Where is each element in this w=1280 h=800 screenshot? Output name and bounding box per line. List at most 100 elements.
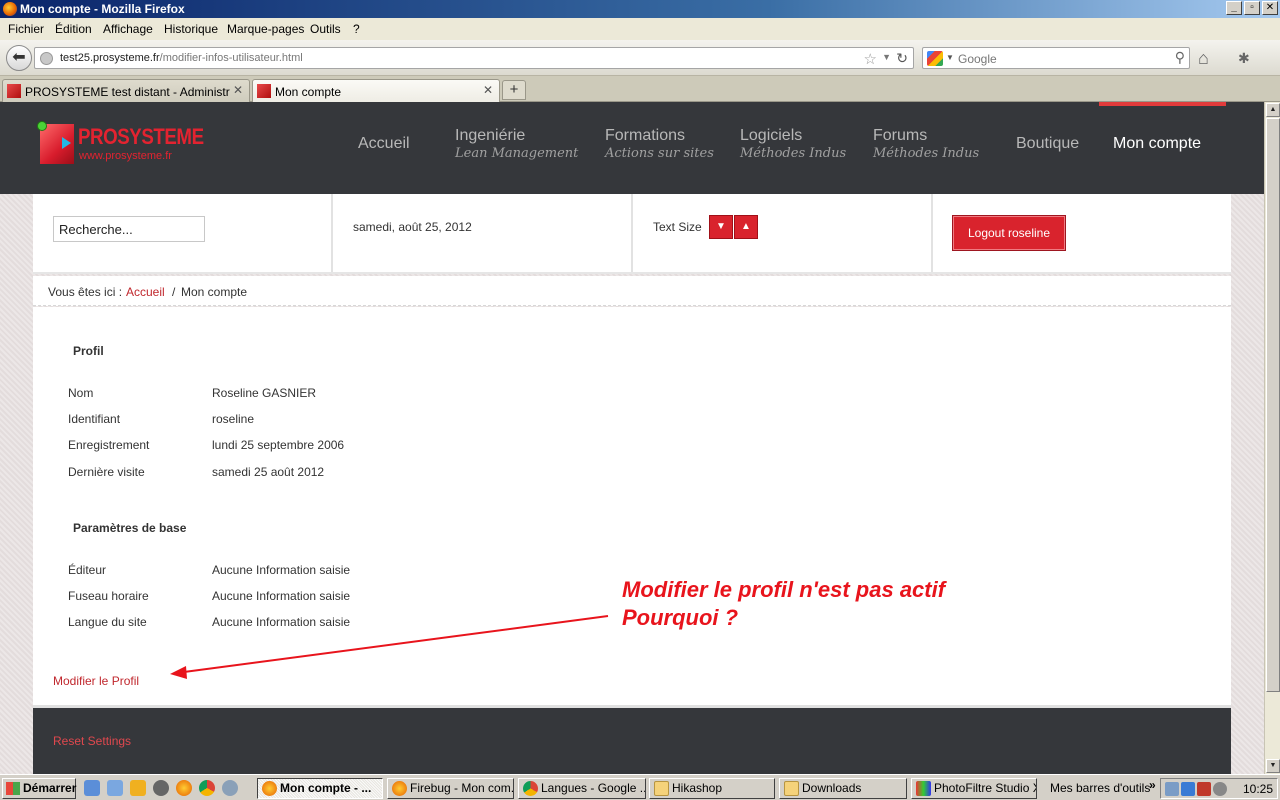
home-icon[interactable]: ⌂: [1198, 48, 1209, 69]
divider: [931, 194, 933, 272]
navigation-toolbar: ⬅ test25.prosysteme.fr/modifier-infos-ut…: [0, 40, 1280, 76]
tab-mon-compte[interactable]: Mon compte ✕: [252, 79, 500, 103]
scroll-thumb[interactable]: [1266, 118, 1280, 692]
nav-mon-compte[interactable]: Mon compte: [1113, 135, 1201, 153]
clock-icon[interactable]: [1213, 782, 1227, 796]
profile-label: Enregistrement: [68, 438, 150, 452]
google-icon[interactable]: [927, 51, 943, 66]
param-value: Aucune Information saisie: [212, 589, 351, 603]
task-mon-compte[interactable]: Mon compte - ...: [257, 778, 383, 799]
bookmark-star-icon[interactable]: ☆: [864, 50, 877, 68]
profile-value: lundi 25 septembre 2006: [212, 438, 345, 452]
magnifier-icon[interactable]: ⚲: [1175, 49, 1185, 66]
profile-value: samedi 25 août 2012: [212, 465, 325, 479]
nav-formations[interactable]: Formations Actions sur sites: [605, 127, 714, 161]
logo-text[interactable]: PROSYSTEME: [78, 124, 204, 150]
url-text: test25.prosysteme.fr/modifier-infos-util…: [60, 52, 303, 64]
param-label: Fuseau horaire: [68, 589, 149, 603]
task-firebug[interactable]: Firebug - Mon com...: [387, 778, 514, 799]
param-value: Aucune Information saisie: [212, 563, 351, 577]
task-hikashop[interactable]: Hikashop: [649, 778, 775, 799]
tray-clock[interactable]: 10:25: [1243, 782, 1273, 796]
reload-icon[interactable]: ↻: [896, 50, 908, 67]
menu-help[interactable]: ?: [353, 22, 360, 36]
nav-accueil[interactable]: Accueil: [358, 135, 410, 153]
windows-flag-icon: [6, 782, 20, 795]
menu-edition[interactable]: Édition: [55, 22, 92, 36]
back-button[interactable]: ⬅: [6, 45, 32, 71]
new-tab-button[interactable]: +: [502, 80, 526, 100]
account-content: Profil Nom Roseline GASNIER Identifiant …: [33, 307, 1231, 705]
search-placeholder: Google: [958, 52, 997, 66]
url-dropdown-icon[interactable]: ▼: [882, 52, 891, 62]
edit-profile-link[interactable]: Modifier le Profil: [53, 674, 139, 688]
photofiltre-icon: [916, 781, 931, 796]
tab-bar: PROSYSTEME test distant - Administration…: [0, 76, 1280, 103]
menu-fichier[interactable]: Fichier: [8, 22, 44, 36]
site-favicon-icon: [7, 84, 21, 98]
start-button[interactable]: Démarrer: [2, 778, 76, 799]
antivirus-icon[interactable]: [1197, 782, 1211, 796]
utility-row: samedi, août 25, 2012 Text Size ▼ ▲ Logo…: [33, 194, 1231, 274]
chrome-quicklaunch-icon[interactable]: [199, 780, 215, 796]
tab-administration[interactable]: PROSYSTEME test distant - Administration…: [2, 79, 250, 102]
nav-forums[interactable]: Forums Méthodes Indus: [873, 127, 979, 161]
desktop-icon[interactable]: [84, 780, 100, 796]
nav-ingenierie[interactable]: Ingeniérie Lean Management: [455, 127, 578, 161]
annotation-line-2: Pourquoi ?: [622, 605, 739, 630]
search-bar[interactable]: ▼ Google ⚲: [922, 47, 1190, 69]
text-size-increase-button[interactable]: ▲: [734, 215, 758, 239]
scroll-up-button[interactable]: ▲: [1266, 103, 1280, 117]
close-button[interactable]: ✕: [1262, 1, 1278, 15]
media-icon[interactable]: [153, 780, 169, 796]
toolbars-label[interactable]: Mes barres d'outils: [1050, 781, 1150, 795]
volume-icon[interactable]: [1165, 782, 1179, 796]
menu-affichage[interactable]: Affichage: [103, 22, 153, 36]
menu-historique[interactable]: Historique: [164, 22, 218, 36]
breadcrumb: Vous êtes ici : Accueil / Mon compte: [33, 276, 1231, 306]
explorer-icon[interactable]: [107, 780, 123, 796]
addon-icon[interactable]: ✱: [1238, 50, 1250, 67]
profile-section-title: Profil: [73, 344, 104, 358]
logo-dot-icon: [37, 121, 47, 131]
task-photofiltre[interactable]: PhotoFiltre Studio X: [911, 778, 1037, 799]
menu-marque-pages[interactable]: Marque-pages: [227, 22, 304, 36]
tab-close-icon[interactable]: ✕: [483, 83, 493, 97]
logout-button[interactable]: Logout roseline: [952, 215, 1066, 251]
current-date: samedi, août 25, 2012: [353, 220, 472, 234]
scroll-down-button[interactable]: ▼: [1266, 759, 1280, 773]
site-search-input[interactable]: [53, 216, 205, 242]
tab-close-icon[interactable]: ✕: [233, 83, 243, 97]
firefox-icon: [262, 781, 277, 796]
text-size-decrease-button[interactable]: ▼: [709, 215, 733, 239]
reset-settings-link[interactable]: Reset Settings: [53, 734, 131, 748]
base-params-section-title: Paramètres de base: [73, 521, 187, 535]
taskbar: Démarrer Mon compte - ... Firebug - Mon …: [0, 774, 1280, 800]
profile-label: Nom: [68, 386, 94, 400]
param-label: Langue du site: [68, 615, 147, 629]
nav-boutique[interactable]: Boutique: [1016, 135, 1079, 153]
network-icon[interactable]: [222, 780, 238, 796]
engine-dropdown-icon[interactable]: ▼: [946, 53, 954, 62]
network-tray-icon[interactable]: [1181, 782, 1195, 796]
nav-logiciels[interactable]: Logiciels Méthodes Indus: [740, 127, 846, 161]
vertical-scrollbar[interactable]: ▲ ▼: [1264, 102, 1280, 774]
firefox-icon: [392, 781, 407, 796]
firefox-quicklaunch-icon[interactable]: [176, 780, 192, 796]
url-bar[interactable]: test25.prosysteme.fr/modifier-infos-util…: [34, 47, 914, 69]
minimize-button[interactable]: _: [1226, 1, 1242, 15]
breadcrumb-current: Mon compte: [181, 285, 248, 299]
active-nav-indicator: [1099, 102, 1226, 106]
system-tray: 10:25: [1160, 778, 1278, 799]
annotation-line-1: Modifier le profil n'est pas actif: [622, 577, 946, 602]
task-downloads[interactable]: Downloads: [779, 778, 907, 799]
breadcrumb-home-link[interactable]: Accueil: [126, 285, 165, 299]
maximize-button[interactable]: ▫: [1244, 1, 1260, 15]
toolbar-expand-icon[interactable]: »: [1149, 778, 1156, 792]
menu-outils[interactable]: Outils: [310, 22, 341, 36]
outlook-icon[interactable]: [130, 780, 146, 796]
annotation-text: Modifier le profil n'est pas actif Pourq…: [622, 576, 945, 632]
task-langues[interactable]: Langues - Google ...: [518, 778, 646, 799]
profile-label: Identifiant: [68, 412, 121, 426]
logo-url: www.prosysteme.fr: [79, 150, 172, 162]
